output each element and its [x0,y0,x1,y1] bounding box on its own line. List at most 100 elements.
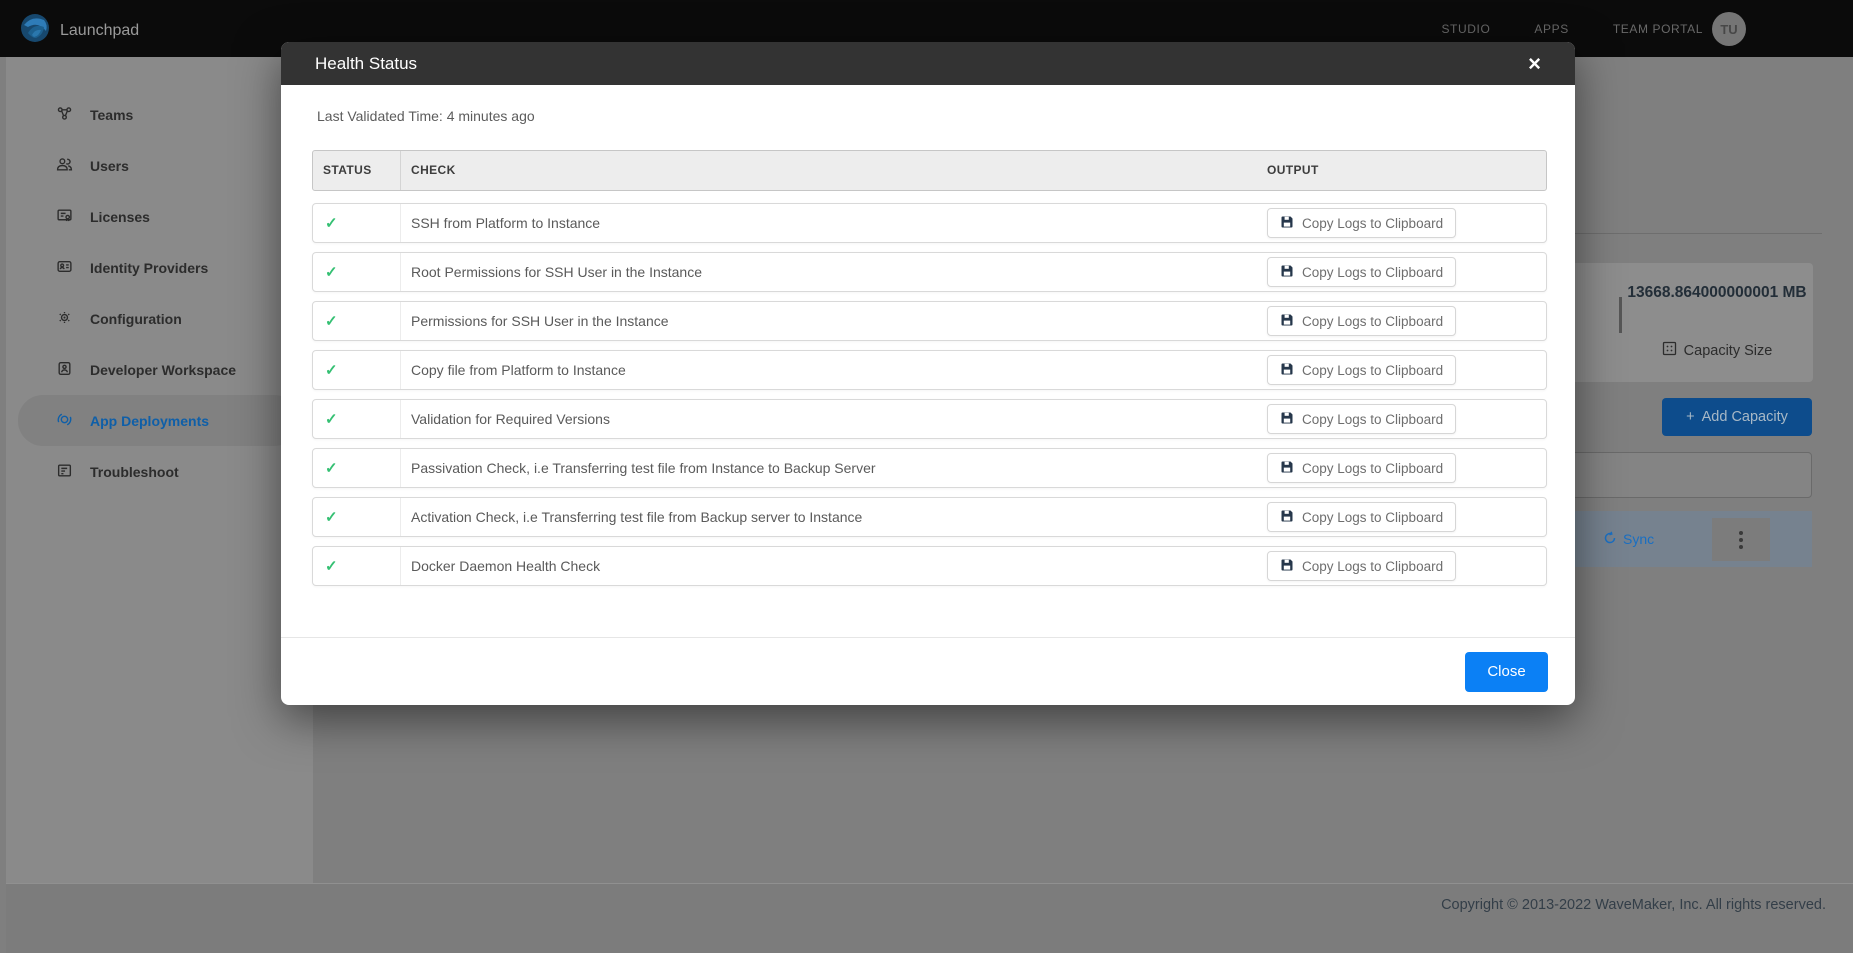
check-name: Activation Check, i.e Transferring test … [401,498,1267,536]
copy-logs-label: Copy Logs to Clipboard [1302,461,1443,476]
check-pass-icon: ✓ [325,459,338,477]
copy-logs-button[interactable]: Copy Logs to Clipboard [1267,551,1456,581]
sidebar-item-label: Configuration [90,311,182,327]
table-row: ✓ Activation Check, i.e Transferring tes… [312,497,1547,537]
sidebar-item-identity-providers[interactable]: Identity Providers [18,242,299,293]
capacity-card: 13668.864000000001 MB Capacity Size [1565,263,1813,382]
footer: Copyright © 2013-2022 WaveMaker, Inc. Al… [6,883,1853,953]
modal-body: Last Validated Time: 4 minutes ago STATU… [281,108,1575,586]
copy-logs-button[interactable]: Copy Logs to Clipboard [1267,257,1456,287]
sidebar-item-configuration[interactable]: Configuration [18,293,299,344]
add-capacity-label: Add Capacity [1702,409,1788,425]
sidebar-item-users[interactable]: Users [18,140,299,191]
nav-team-portal[interactable]: TEAM PORTAL [1613,22,1703,36]
modal-header: Health Status × [281,42,1575,85]
users-icon [56,156,73,176]
column-header-output: OUTPUT [1267,151,1546,190]
sync-icon [1603,531,1617,548]
health-status-modal: Health Status × Last Validated Time: 4 m… [281,42,1575,705]
brand[interactable]: Launchpad [20,13,139,48]
close-button[interactable]: Close [1465,652,1548,692]
table-header: STATUS CHECK OUTPUT [312,150,1547,191]
save-icon [1280,411,1294,428]
check-pass-icon: ✓ [325,263,338,281]
column-header-status: STATUS [313,151,401,190]
check-name: Permissions for SSH User in the Instance [401,302,1267,340]
capacity-value: 13668.864000000001 MB [1627,283,1807,302]
licenses-icon [56,207,73,227]
wavemaker-logo-icon [20,13,50,48]
table-row: ✓ Docker Daemon Health Check Copy Logs t… [312,546,1547,586]
copy-logs-button[interactable]: Copy Logs to Clipboard [1267,208,1456,238]
copy-logs-label: Copy Logs to Clipboard [1302,510,1443,525]
capacity-divider [1619,297,1622,333]
copy-logs-button[interactable]: Copy Logs to Clipboard [1267,502,1456,532]
check-pass-icon: ✓ [325,410,338,428]
sync-link[interactable]: Sync [1603,511,1654,567]
save-icon [1280,362,1294,379]
app-deployments-icon [56,411,73,431]
save-icon [1280,313,1294,330]
screen: Launchpad STUDIO APPS TEAM PORTAL TU Tea… [0,0,1853,953]
capacity-grid-icon [1662,341,1677,360]
plus-icon: + [1686,409,1694,425]
capacity-caption: Capacity Size [1684,343,1773,359]
column-header-check: CHECK [401,151,1267,190]
copy-logs-label: Copy Logs to Clipboard [1302,265,1443,280]
nav-studio[interactable]: STUDIO [1441,22,1490,36]
check-name: Copy file from Platform to Instance [401,351,1267,389]
save-icon [1280,264,1294,281]
check-pass-icon: ✓ [325,214,338,232]
copy-logs-label: Copy Logs to Clipboard [1302,559,1443,574]
table-row: ✓ Permissions for SSH User in the Instan… [312,301,1547,341]
close-icon[interactable]: × [1528,53,1541,75]
copy-logs-label: Copy Logs to Clipboard [1302,412,1443,427]
add-capacity-button[interactable]: + Add Capacity [1662,398,1812,436]
table-row: ✓ Passivation Check, i.e Transferring te… [312,448,1547,488]
check-name: Validation for Required Versions [401,400,1267,438]
sidebar-item-troubleshoot[interactable]: Troubleshoot [18,446,299,497]
configuration-icon [56,309,73,329]
check-pass-icon: ✓ [325,508,338,526]
copy-logs-button[interactable]: Copy Logs to Clipboard [1267,355,1456,385]
sidebar-item-licenses[interactable]: Licenses [18,191,299,242]
copy-logs-label: Copy Logs to Clipboard [1302,363,1443,378]
teams-icon [56,105,73,125]
table-row: ✓ Validation for Required Versions Copy … [312,399,1547,439]
sidebar-item-developer-workspace[interactable]: Developer Workspace [18,344,299,395]
table-row: ✓ SSH from Platform to Instance Copy Log… [312,203,1547,243]
sidebar-item-label: Teams [90,107,133,123]
copy-logs-label: Copy Logs to Clipboard [1302,216,1443,231]
check-name: SSH from Platform to Instance [401,204,1267,242]
nav-apps[interactable]: APPS [1534,22,1568,36]
health-check-rows: ✓ SSH from Platform to Instance Copy Log… [312,203,1547,586]
save-icon [1280,215,1294,232]
sidebar-item-app-deployments[interactable]: App Deployments [18,395,299,446]
last-validated-text: Last Validated Time: 4 minutes ago [317,108,1547,124]
row-menu-kebab-button[interactable] [1712,518,1770,561]
copy-logs-button[interactable]: Copy Logs to Clipboard [1267,404,1456,434]
sidebar-item-teams[interactable]: Teams [18,89,299,140]
check-pass-icon: ✓ [325,557,338,575]
identity-providers-icon [56,258,73,278]
check-name: Docker Daemon Health Check [401,547,1267,585]
developer-workspace-icon [56,360,73,380]
avatar[interactable]: TU [1712,12,1746,46]
sidebar-item-label: Troubleshoot [90,464,179,480]
copy-logs-button[interactable]: Copy Logs to Clipboard [1267,453,1456,483]
check-name: Root Permissions for SSH User in the Ins… [401,253,1267,291]
sidebar-item-label: Users [90,158,129,174]
sidebar: Teams Users Licenses Identity Providers … [6,57,313,884]
troubleshoot-icon [56,462,73,482]
save-icon [1280,460,1294,477]
sidebar-item-label: Identity Providers [90,260,208,276]
modal-title: Health Status [315,54,417,74]
sidebar-item-label: Licenses [90,209,150,225]
check-pass-icon: ✓ [325,312,338,330]
copy-logs-button[interactable]: Copy Logs to Clipboard [1267,306,1456,336]
modal-footer: Close [281,637,1575,705]
sync-label: Sync [1623,531,1654,547]
table-row: ✓ Copy file from Platform to Instance Co… [312,350,1547,390]
save-icon [1280,558,1294,575]
check-pass-icon: ✓ [325,361,338,379]
